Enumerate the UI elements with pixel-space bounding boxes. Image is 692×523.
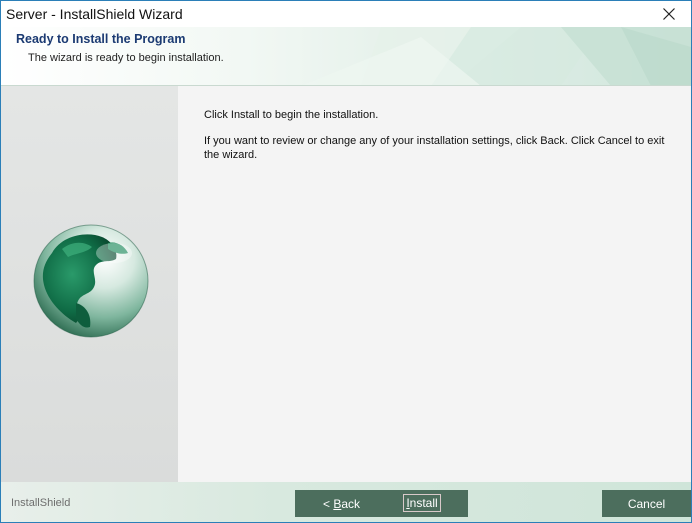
content-panel: Click Install to begin the installation.…: [178, 86, 691, 482]
close-icon: [663, 8, 675, 20]
cancel-button[interactable]: Cancel: [602, 490, 691, 517]
globe-icon: [33, 224, 149, 338]
install-button-label: nstall: [409, 496, 438, 510]
installshield-brand: InstallShield: [11, 497, 71, 509]
install-button-focus-rect[interactable]: Install: [403, 494, 441, 512]
back-button-label: ack: [341, 496, 361, 511]
installshield-window: Server - InstallShield Wizard Ready to I…: [0, 0, 692, 523]
side-panel: [1, 86, 178, 482]
header-subtitle: The wizard is ready to begin installatio…: [28, 52, 224, 64]
instruction-line-2: If you want to review or change any of y…: [204, 135, 665, 161]
close-button[interactable]: [647, 1, 691, 27]
back-button-access-key: B: [333, 496, 342, 511]
instruction-line-1: Click Install to begin the installation.: [204, 109, 379, 121]
wizard-footer: InstallShield < Back Install Cancel: [1, 482, 691, 522]
title-bar[interactable]: Server - InstallShield Wizard: [1, 1, 691, 27]
wizard-header: Ready to Install the Program The wizard …: [1, 27, 691, 86]
back-button-prefix: <: [323, 496, 334, 511]
header-title: Ready to Install the Program: [16, 32, 186, 46]
window-title: Server - InstallShield Wizard: [6, 6, 183, 22]
